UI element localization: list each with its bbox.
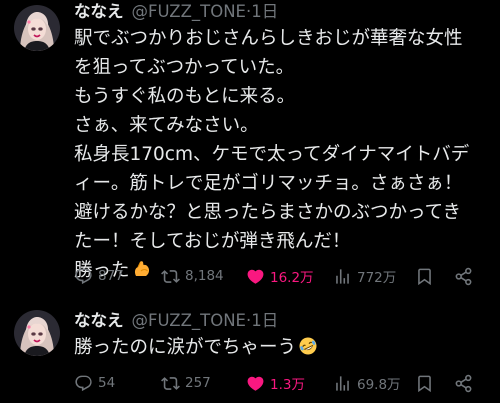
tweet-header: ななえ @FUZZ_TONE·1日 [74,309,278,333]
tweet-text-line: 私身長170cm、ケモで太ってダイナマイトバデ [74,144,470,165]
timestamp[interactable]: 1日 [251,311,278,330]
reply-icon [74,374,93,393]
retweet-count: 8,184 [185,268,224,284]
views-button[interactable]: 69.8万 [333,370,401,396]
tweet-text-line: を狙ってぶつかっていた。 [74,57,295,78]
like-button[interactable]: 16.2万 [246,263,314,289]
bookmark-button[interactable] [415,263,434,289]
tweet-actions: 54 257 1.3万 69.8万 [74,370,494,396]
bookmark-icon [415,374,434,393]
share-button[interactable] [454,263,473,289]
share-button[interactable] [454,370,473,396]
user-handle[interactable]: @FUZZ_TONE [132,2,246,21]
retweet-icon [161,267,180,286]
reply-icon [74,267,93,286]
user-handle[interactable]: @FUZZ_TONE [132,311,246,330]
tweet-text-line: 避けるかな？と思ったらまさかのぶつかってき [74,202,462,223]
like-count: 1.3万 [270,377,305,393]
avatar[interactable] [14,310,60,356]
tweet-header: ななえ @FUZZ_TONE·1日 [74,0,278,24]
views-count: 772万 [357,270,397,286]
views-button[interactable]: 772万 [333,263,396,289]
views-count: 69.8万 [357,377,401,393]
tweet[interactable]: ななえ @FUZZ_TONE·1日 勝ったのに涙がでちゃーう 54 257 1.… [0,300,500,403]
tweet-text: 駅でぶつかりおじさんらしきおじが華奢な女性 を狙ってぶつかっていた。 もうすぐ私… [74,24,498,288]
tweet-text-line: 勝ったのに涙がでちゃーう [74,337,297,358]
tweet-text-line-last: 勝ったのに涙がでちゃーう [74,333,498,365]
tweet-text-line: もうすぐ私のもとに来る。 [74,86,296,107]
bookmark-icon [415,267,434,286]
display-name[interactable]: ななえ [74,311,124,330]
tweet-text-line: たー！そしておじが弾き飛んだ！ [74,231,351,252]
like-button[interactable]: 1.3万 [246,370,305,396]
tweet-text-line: ィー。筋トレで足がゴリマッチョ。さぁさぁ！ [74,173,463,194]
timestamp[interactable]: 1日 [251,2,278,21]
tweet[interactable]: ななえ @FUZZ_TONE·1日 駅でぶつかりおじさんらしきおじが華奢な女性 を… [0,0,500,300]
views-chart-icon [333,267,352,286]
heart-filled-icon [246,267,265,286]
like-count: 16.2万 [270,270,314,286]
retweet-count: 257 [185,375,211,391]
tweet-text: 勝ったのに涙がでちゃーう [74,333,498,365]
tweet-text-line: さぁ、来てみなさい。 [74,115,259,136]
bookmark-button[interactable] [415,370,434,396]
retweet-button[interactable]: 257 [161,370,211,396]
reply-button[interactable]: 54 [74,370,115,396]
views-chart-icon [333,374,352,393]
heart-filled-icon [246,374,265,393]
tweet-text-line: 駅でぶつかりおじさんらしきおじが華奢な女性 [74,28,463,49]
retweet-icon [161,374,180,393]
rolling-on-the-floor-laughing-emoji-icon [298,336,318,365]
retweet-button[interactable]: 8,184 [161,263,224,289]
share-icon [454,267,473,286]
display-name[interactable]: ななえ [74,2,124,21]
reply-button[interactable]: 877 [74,263,124,289]
reply-count: 54 [98,375,116,391]
tweet-actions: 877 8,184 16.2万 772万 [74,263,494,289]
reply-count: 877 [98,268,124,284]
share-icon [454,374,473,393]
avatar[interactable] [14,5,60,51]
